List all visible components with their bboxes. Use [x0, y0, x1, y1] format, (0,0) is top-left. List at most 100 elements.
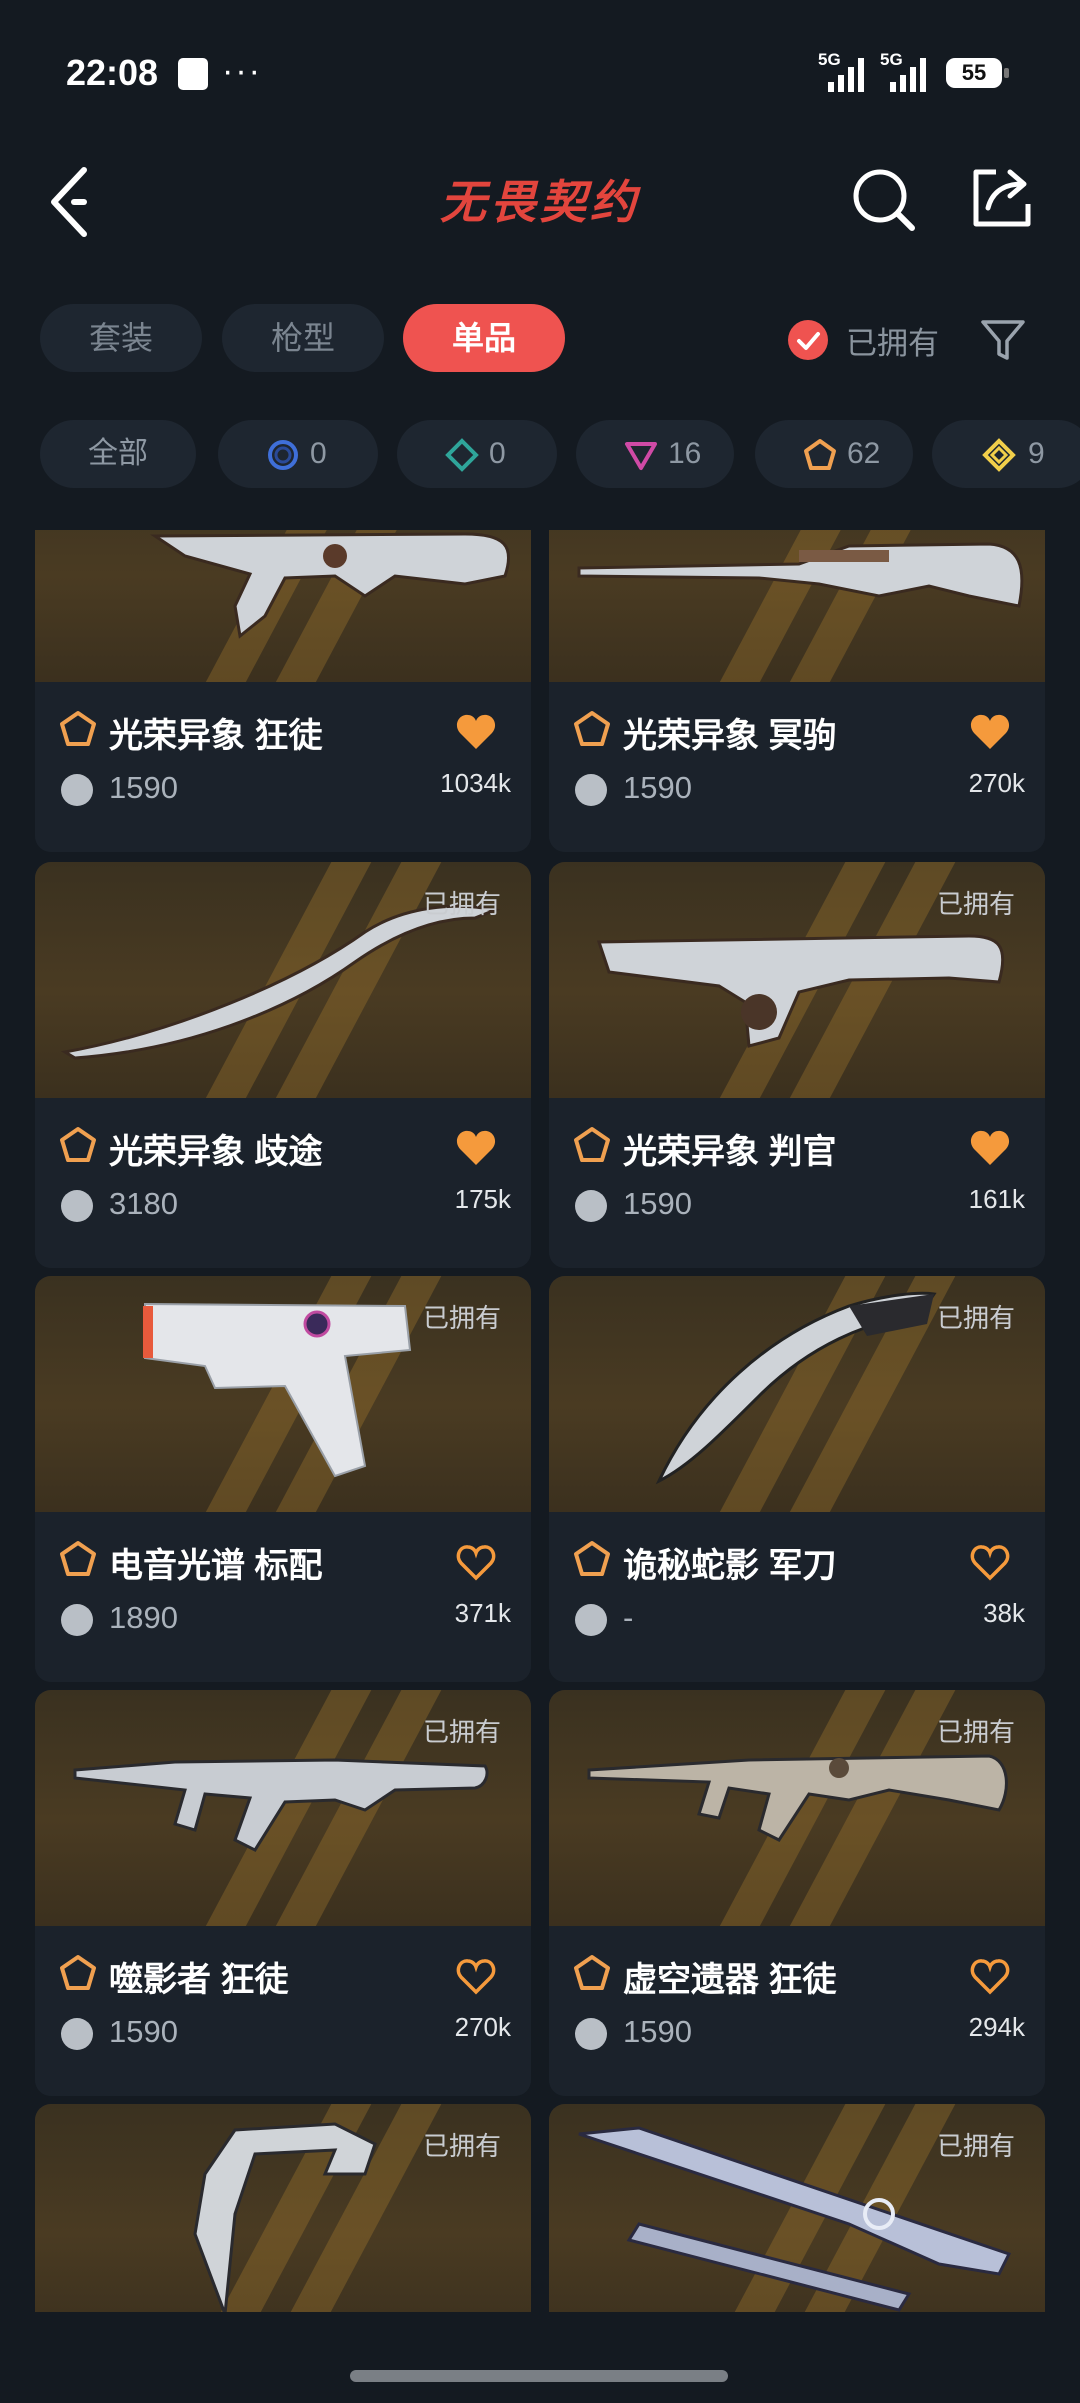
favorite-heart-filled-icon[interactable] [455, 1128, 497, 1168]
rarity-chip-premium[interactable]: 16 [576, 420, 734, 488]
skin-info: 光荣异象 狂徒 1590 1034k [35, 682, 531, 852]
favorite-heart-filled-icon[interactable] [455, 712, 497, 752]
filter-icon[interactable] [978, 314, 1028, 364]
sim-notification-icon [178, 58, 208, 90]
skin-likes: 270k [968, 768, 1025, 798]
skin-name: 光荣异象 狂徒 [109, 717, 323, 755]
signal-icon [828, 58, 864, 92]
skin-image [549, 530, 1045, 682]
tab-bundles[interactable]: 套装 [40, 304, 202, 372]
skin-price: 1590 [623, 770, 692, 805]
premium-edition-icon [625, 442, 657, 470]
skin-price: 3180 [109, 1186, 178, 1221]
skin-card[interactable]: 已拥有 诡秘蛇影 军刀 - 38k [549, 1276, 1045, 1682]
skin-info: 电音光谱 标配 1890 371k [35, 1512, 531, 1682]
skin-price: - [623, 1600, 634, 1635]
exclusive-edition-icon [60, 711, 96, 746]
ultra-edition-icon [982, 438, 1016, 472]
skin-likes: 371k [454, 1598, 511, 1628]
valorant-points-icon [575, 1190, 607, 1222]
tab-weapon-types[interactable]: 枪型 [222, 304, 384, 372]
skin-name: 电音光谱 标配 [109, 1547, 323, 1585]
skin-likes: 38k [983, 1598, 1025, 1628]
favorite-heart-outline-icon[interactable] [969, 1542, 1011, 1582]
skin-card[interactable]: 光荣异象 冥驹 1590 270k [549, 530, 1045, 852]
back-arrow-icon[interactable] [40, 160, 120, 240]
rarity-count: 16 [668, 437, 702, 470]
skin-name: 光荣异象 判官 [623, 1133, 837, 1171]
skin-card[interactable]: 已拥有 电音光谱 标配 1890 371k [35, 1276, 531, 1682]
owned-tag: 已拥有 [936, 1303, 1015, 1333]
rarity-chip-all[interactable]: 全部 [40, 420, 196, 488]
exclusive-edition-icon [804, 439, 836, 470]
skin-likes: 161k [968, 1184, 1025, 1214]
share-icon[interactable] [966, 162, 1038, 234]
rarity-chip-ultra[interactable]: 9 [932, 420, 1080, 488]
skin-price: 1590 [623, 1186, 692, 1221]
skin-image [35, 530, 531, 682]
owned-tag: 已拥有 [936, 889, 1015, 919]
skin-card[interactable]: 已拥有 [35, 2104, 531, 2312]
rarity-count: 0 [489, 437, 506, 470]
signal-icon-2 [890, 58, 926, 92]
exclusive-edition-icon [60, 1127, 96, 1162]
owned-tag: 已拥有 [422, 1717, 501, 1747]
rarity-count: 0 [310, 437, 327, 470]
skin-likes: 270k [454, 2012, 511, 2042]
valorant-points-icon [61, 774, 93, 806]
skin-info: 虚空遗器 狂徒 1590 294k [549, 1926, 1045, 2096]
skin-card[interactable]: 光荣异象 狂徒 1590 1034k [35, 530, 531, 852]
owned-tag: 已拥有 [936, 1717, 1015, 1747]
owned-tag: 已拥有 [422, 889, 501, 919]
favorite-heart-outline-icon[interactable] [455, 1542, 497, 1582]
skin-name: 诡秘蛇影 军刀 [623, 1547, 837, 1585]
valorant-points-icon [575, 2018, 607, 2050]
home-indicator[interactable] [350, 2370, 728, 2382]
skin-price: 1590 [623, 2014, 692, 2049]
select-edition-icon [268, 440, 298, 470]
exclusive-edition-icon [60, 1955, 96, 1990]
skin-name: 虚空遗器 狂徒 [623, 1961, 837, 1999]
rarity-chip-exclusive[interactable]: 62 [755, 420, 913, 488]
deluxe-edition-icon [445, 438, 479, 472]
skin-name: 噬影者 狂徒 [109, 1961, 289, 1999]
favorite-heart-outline-icon[interactable] [455, 1956, 497, 1996]
skin-price: 1590 [109, 2014, 178, 2049]
rarity-count: 9 [1028, 437, 1045, 470]
owned-tag: 已拥有 [422, 1303, 501, 1333]
owned-checkbox[interactable] [788, 320, 828, 360]
skin-likes: 294k [968, 2012, 1025, 2042]
skin-likes: 175k [454, 1184, 511, 1214]
status-bar: 22:08 ··· 5G 5G 55 [0, 0, 1080, 150]
skin-card[interactable]: 已拥有 [549, 2104, 1045, 2312]
valorant-points-icon [575, 774, 607, 806]
skin-card[interactable]: 已拥有 光荣异象 判官 1590 161k [549, 862, 1045, 1268]
favorite-heart-filled-icon[interactable] [969, 1128, 1011, 1168]
skin-card[interactable]: 已拥有 光荣异象 歧途 3180 175k [35, 862, 531, 1268]
owned-tag: 已拥有 [936, 2131, 1015, 2161]
skin-info: 光荣异象 判官 1590 161k [549, 1098, 1045, 1268]
weapon-rifle-image [150, 532, 511, 639]
exclusive-edition-icon [574, 1127, 610, 1162]
favorite-heart-filled-icon[interactable] [969, 712, 1011, 752]
owned-filter-label[interactable]: 已拥有 [846, 318, 939, 363]
page-title: 无畏契约 [440, 176, 640, 228]
rarity-filter-row: 全部 0 0 16 62 9 [0, 418, 1080, 494]
exclusive-edition-icon [574, 1955, 610, 1990]
rarity-chip-deluxe[interactable]: 0 [397, 420, 557, 488]
skin-card[interactable]: 已拥有 虚空遗器 狂徒 1590 294k [549, 1690, 1045, 2096]
skin-card[interactable]: 已拥有 噬影者 狂徒 1590 270k [35, 1690, 531, 2096]
search-icon[interactable] [848, 164, 920, 236]
skin-price: 1890 [109, 1600, 178, 1635]
battery-icon: 55 [946, 58, 1009, 88]
tab-items[interactable]: 单品 [403, 304, 565, 372]
app-header: 无畏契约 [0, 150, 1080, 250]
valorant-points-icon [61, 1604, 93, 1636]
skin-info: 光荣异象 歧途 3180 175k [35, 1098, 531, 1268]
rarity-chip-select[interactable]: 0 [218, 420, 378, 488]
skin-name: 光荣异象 冥驹 [623, 717, 837, 755]
exclusive-edition-icon [60, 1541, 96, 1576]
favorite-heart-outline-icon[interactable] [969, 1956, 1011, 1996]
skin-likes: 1034k [440, 768, 511, 798]
exclusive-edition-icon [574, 711, 610, 746]
